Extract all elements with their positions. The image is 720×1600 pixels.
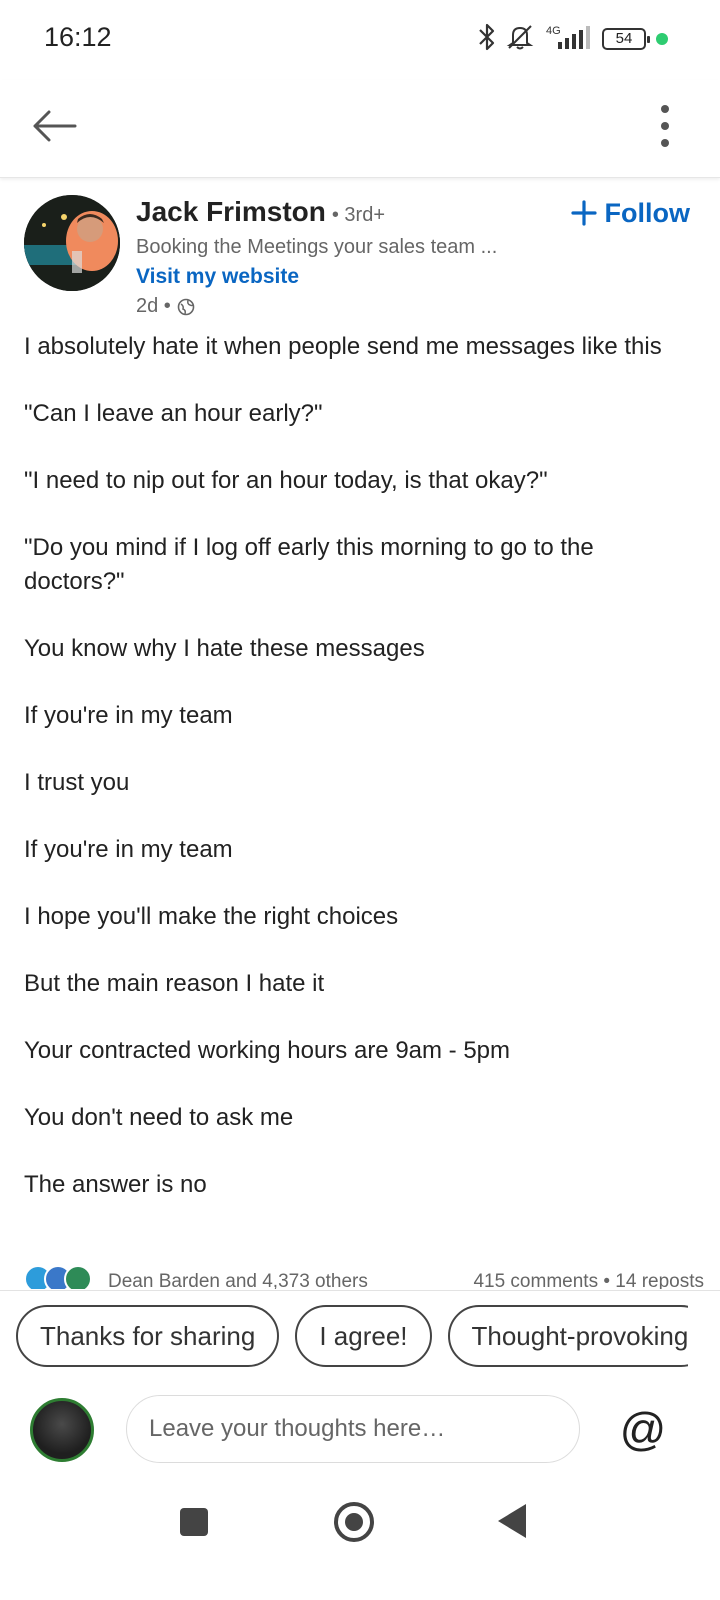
globe-icon (177, 298, 195, 315)
home-button[interactable] (334, 1502, 374, 1542)
plus-icon (570, 200, 597, 226)
suggested-replies: Thanks for sharing I agree! Thought-prov… (16, 1305, 688, 1367)
follow-button[interactable]: Follow (570, 194, 690, 232)
green-dot-icon (656, 33, 668, 45)
post-paragraph: "Do you mind if I log off early this mor… (24, 534, 594, 595)
author-avatar[interactable] (24, 195, 120, 291)
visit-website-link[interactable]: Visit my website (136, 265, 566, 289)
post-paragraph: "Can I leave an hour early?" (24, 400, 323, 427)
post-paragraph: "I need to nip out for an hour today, is… (24, 467, 548, 494)
post-paragraph: You know why I hate these messages (24, 635, 425, 662)
post-time: 2d • (136, 295, 171, 317)
post-text: I absolutely hate it when people send me… (24, 330, 694, 1235)
post-paragraph: I trust you (24, 769, 130, 796)
reaction-icons[interactable] (24, 1265, 92, 1289)
system-back-button[interactable] (498, 1504, 526, 1538)
bluetooth-icon (478, 23, 496, 56)
post-paragraph: You don't need to ask me (24, 1104, 294, 1131)
system-nav-bar (0, 1480, 720, 1600)
back-button[interactable] (28, 100, 80, 152)
status-time: 16:12 (44, 22, 112, 52)
comments-reposts-count[interactable]: 415 comments • 14 reposts (473, 1265, 704, 1289)
post-paragraph: If you're in my team (24, 836, 233, 863)
signal-icon: 4G (544, 23, 592, 56)
follow-label: Follow (604, 197, 690, 228)
support-reaction-icon (64, 1265, 92, 1289)
recents-button[interactable] (180, 1508, 208, 1536)
social-counts: Dean Barden and 4,373 others 415 comment… (24, 1265, 704, 1289)
arrow-left-icon (33, 110, 77, 142)
more-options-button[interactable] (650, 100, 680, 152)
author-headline: Booking the Meetings your sales team ... (136, 236, 498, 258)
post-paragraph: I hope you'll make the right choices (24, 903, 399, 930)
chip-thought-provoking[interactable]: Thought-provoking (447, 1305, 688, 1367)
divider (0, 1290, 720, 1291)
post-paragraph: I absolutely hate it when people send me… (24, 333, 662, 360)
post-paragraph: If you're in my team (24, 702, 233, 729)
network-type-label: 4G (546, 25, 561, 37)
user-avatar (30, 1398, 94, 1462)
top-app-bar (0, 80, 720, 178)
author-name-row: Jack Frimston • 3rd+ (136, 196, 566, 228)
mention-button[interactable]: @ (618, 1404, 668, 1454)
author-info: Jack Frimston • 3rd+ Booking the Meeting… (136, 196, 566, 318)
connection-degree: • 3rd+ (331, 204, 386, 226)
post-paragraph: But the main reason I hate it (24, 970, 325, 997)
post-paragraph: Your contracted working hours are 9am - … (24, 1037, 511, 1064)
reactions-count[interactable]: Dean Barden and 4,373 others (108, 1265, 368, 1289)
status-icons: 4G 54 (478, 22, 668, 56)
post-paragraph: The answer is no (24, 1171, 207, 1198)
author-name[interactable]: Jack Frimston (136, 196, 326, 228)
chip-thanks-for-sharing[interactable]: Thanks for sharing (16, 1305, 280, 1367)
battery-icon: 54 (602, 28, 650, 50)
status-bar: 16:12 4G 54 (0, 0, 720, 76)
bell-off-icon (506, 23, 534, 56)
post-meta: 2d • (136, 295, 566, 318)
comment-input[interactable] (126, 1395, 580, 1463)
chip-i-agree[interactable]: I agree! (295, 1305, 432, 1367)
more-vertical-icon (661, 105, 669, 113)
avatar-photo (24, 195, 120, 291)
